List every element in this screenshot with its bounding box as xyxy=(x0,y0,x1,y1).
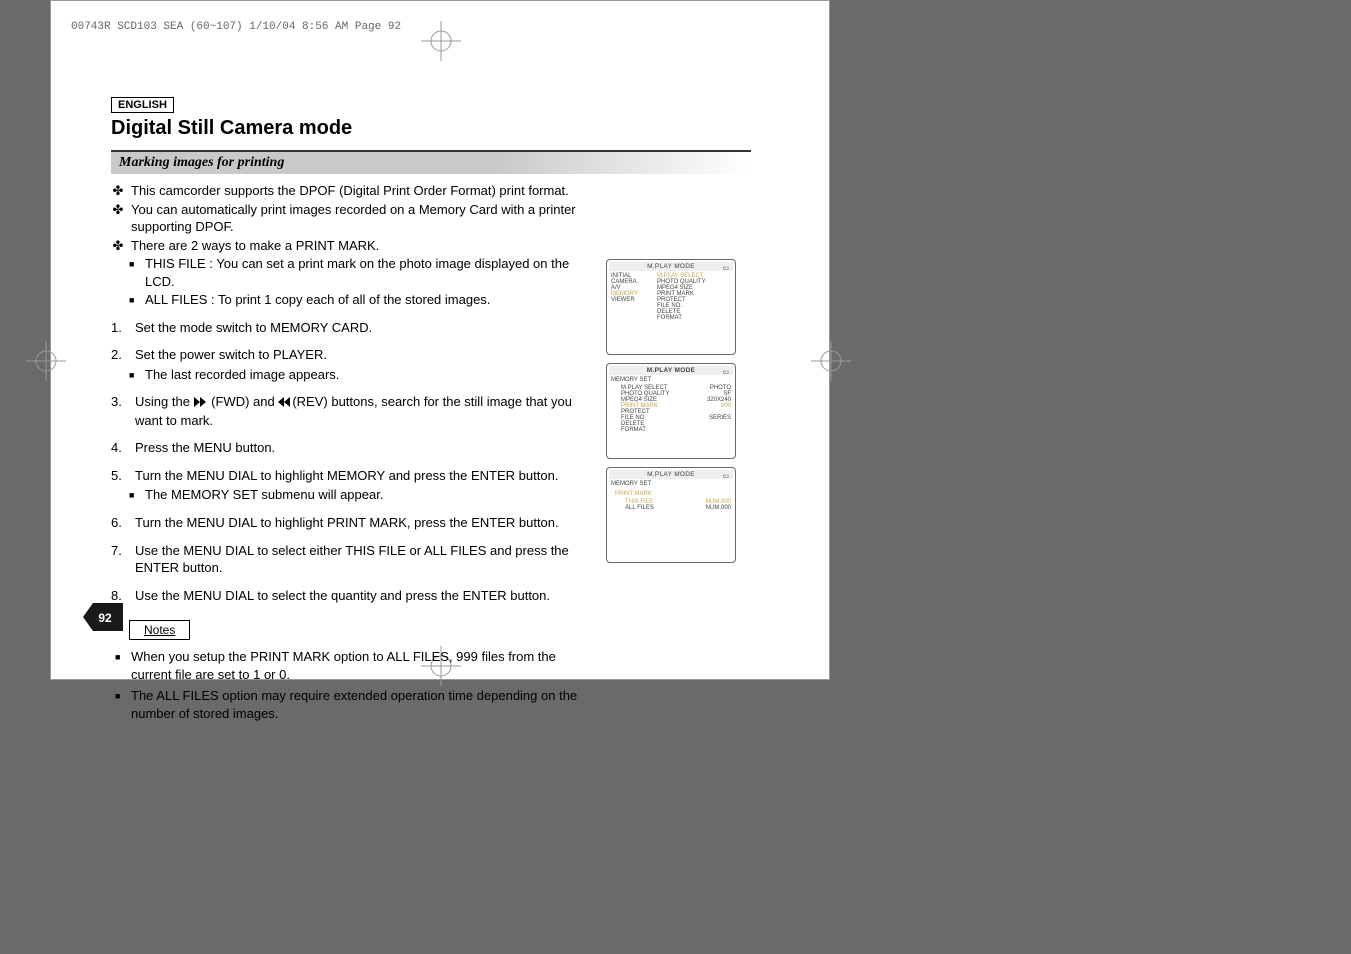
registration-mark-right xyxy=(811,341,851,381)
square-bullet-icon: ■ xyxy=(129,291,139,309)
step-text: Set the power switch to PLAYER. xyxy=(135,346,327,364)
square-bullet-icon: ■ xyxy=(115,687,125,722)
lcd-submenu-item: FORMAT xyxy=(657,315,706,321)
step-text: Use the MENU DIAL to select the quantity… xyxy=(135,587,550,605)
step-number: 6. xyxy=(111,514,129,532)
fast-forward-icon xyxy=(194,394,208,412)
lcd-subtitle-2: PRINT MARK xyxy=(615,491,733,497)
lcd-header: M.PLAY MODE xyxy=(609,366,733,375)
step-number: 4. xyxy=(111,439,129,457)
intro-sub-text: ALL FILES : To print 1 copy each of all … xyxy=(145,291,490,309)
lcd-menu-item: VIEWER xyxy=(611,297,651,303)
file-header-strip: 00743R SCD103 SEA (60~107) 1/10/04 8:56 … xyxy=(71,21,401,33)
step-text: Using the (FWD) and (REV) buttons, searc… xyxy=(135,393,581,429)
step-number: 2. xyxy=(111,346,129,364)
lcd-row-label: ALL FILES xyxy=(625,505,654,511)
card-icon: ▭ xyxy=(722,472,729,480)
note-text: The ALL FILES option may require extende… xyxy=(131,687,581,722)
step-number: 5. xyxy=(111,467,129,485)
card-icon: ▭ xyxy=(722,368,729,376)
lcd-panel-main-menu: M.PLAY MODE ▭ INITIAL CAMERA A/V MEMORY … xyxy=(606,259,736,355)
notes-heading: Notes xyxy=(129,620,190,640)
registration-mark-top xyxy=(421,21,461,61)
lcd-row-value: SERIES xyxy=(709,415,731,421)
intro-text: There are 2 ways to make a PRINT MARK. xyxy=(131,237,379,255)
registration-mark-left xyxy=(26,341,66,381)
step-text: Turn the MENU DIAL to highlight MEMORY a… xyxy=(135,467,558,485)
lcd-row-value: 000 xyxy=(721,403,731,409)
step-sub-text: The MEMORY SET submenu will appear. xyxy=(145,486,383,504)
note-text: When you setup the PRINT MARK option to … xyxy=(131,648,581,683)
lcd-panel-print-mark: M.PLAY MODE ▭ MEMORY SET PRINT MARK THIS… xyxy=(606,467,736,563)
lcd-subtitle: MEMORY SET xyxy=(611,481,733,487)
card-icon: ▭ xyxy=(722,264,729,272)
page-number-badge: 92 xyxy=(83,603,123,631)
bullet-icon: ✤ xyxy=(111,201,125,236)
step-number: 3. xyxy=(111,393,129,429)
rewind-icon xyxy=(278,394,292,412)
intro-sub-text: THIS FILE : You can set a print mark on … xyxy=(145,255,581,290)
bullet-icon: ✤ xyxy=(111,237,125,255)
bullet-icon: ✤ xyxy=(111,182,125,200)
step-number: 1. xyxy=(111,319,129,337)
square-bullet-icon: ■ xyxy=(129,486,139,504)
step-text: Turn the MENU DIAL to highlight PRINT MA… xyxy=(135,514,559,532)
intro-text: You can automatically print images recor… xyxy=(131,201,581,236)
square-bullet-icon: ■ xyxy=(115,648,125,683)
intro-text: This camcorder supports the DPOF (Digita… xyxy=(131,182,569,200)
lcd-header: M.PLAY MODE xyxy=(609,262,733,271)
square-bullet-icon: ■ xyxy=(129,366,139,384)
lcd-panel-memory-set: M.PLAY MODE ▭ MEMORY SET M.PLAY SELECTPH… xyxy=(606,363,736,459)
svg-text:92: 92 xyxy=(98,611,112,625)
language-label: ENGLISH xyxy=(111,97,174,113)
lcd-subtitle: MEMORY SET xyxy=(611,377,733,383)
lcd-row-label: FORMAT xyxy=(621,427,646,433)
step-text: Press the MENU button. xyxy=(135,439,275,457)
step-text: Set the mode switch to MEMORY CARD. xyxy=(135,319,372,337)
step-number: 8. xyxy=(111,587,129,605)
step-sub-text: The last recorded image appears. xyxy=(145,366,339,384)
step-text: Use the MENU DIAL to select either THIS … xyxy=(135,542,581,577)
step-number: 7. xyxy=(111,542,129,577)
lcd-row-value: NUM.000 xyxy=(706,505,731,511)
page-title: Digital Still Camera mode xyxy=(111,117,791,140)
lcd-header: M.PLAY MODE xyxy=(609,470,733,479)
square-bullet-icon: ■ xyxy=(129,255,139,290)
section-subtitle: Marking images for printing xyxy=(111,150,751,174)
